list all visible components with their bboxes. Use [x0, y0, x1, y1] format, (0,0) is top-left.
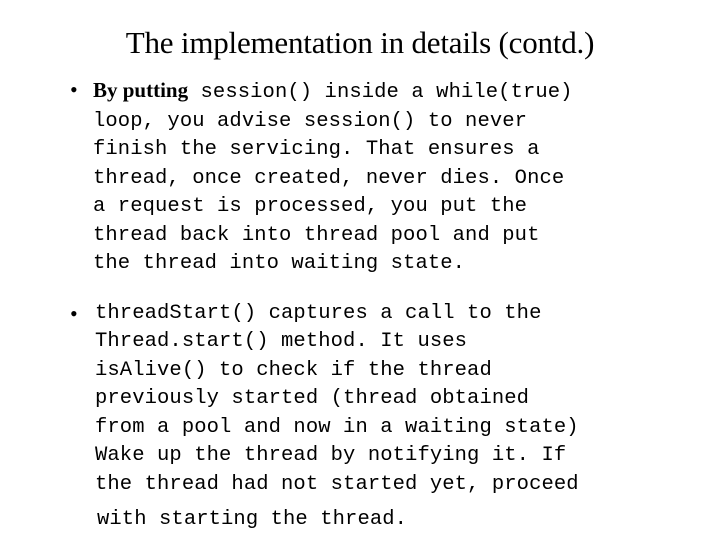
bullet-1-line-3: finish the servicing. That ensures a — [93, 138, 540, 161]
bullet-point-icon: • — [70, 300, 78, 326]
bullet-1-line-5: a request is processed, you put the — [93, 195, 528, 218]
bullet-2-line-1: threadStart() captures a call to the — [95, 301, 542, 325]
bullet-1-line-2: loop, you advise session() to never — [93, 109, 528, 133]
bullet-1-line-4: thread, once created, never dies. Once — [93, 166, 565, 190]
bullet-2-line-6: Wake up the thread by notifying it. If — [95, 444, 567, 467]
bullet-2-line-4: previously started (thread obtained — [95, 387, 530, 410]
bullet-1-line-7: the thread into waiting state. — [93, 252, 466, 275]
bullet-2-line-2: Thread.start() method. It uses — [95, 330, 468, 353]
slide-canvas: The implementation in details (contd.) •… — [0, 0, 720, 540]
bullet-1-line-6: thread back into thread pool and put — [93, 223, 540, 247]
bullet-item-2: • threadStart() captures a call to the T… — [0, 300, 720, 535]
bullet-2-line-7: the thread had not started yet, proceed — [95, 472, 579, 496]
slide-title: The implementation in details (contd.) — [125, 25, 595, 60]
bullet-item-1: • By putting session() inside a while(tr… — [0, 76, 720, 279]
bullet-2-line-5: from a pool and now in a waiting state) — [95, 415, 579, 439]
bullet-1-line-1-code: session() inside a while(true) — [188, 81, 573, 104]
bullet-point-icon: • — [70, 77, 78, 102]
bullet-2-line-8: with starting the thread. — [97, 507, 408, 531]
bullet-1-line-1: By putting session() inside a while(true… — [93, 76, 700, 108]
slide-body: • By putting session() inside a while(tr… — [0, 76, 720, 534]
bullet-1-lead-text: By putting — [93, 78, 189, 102]
bullet-2-line-3: isAlive() to check if the thread — [95, 358, 492, 382]
